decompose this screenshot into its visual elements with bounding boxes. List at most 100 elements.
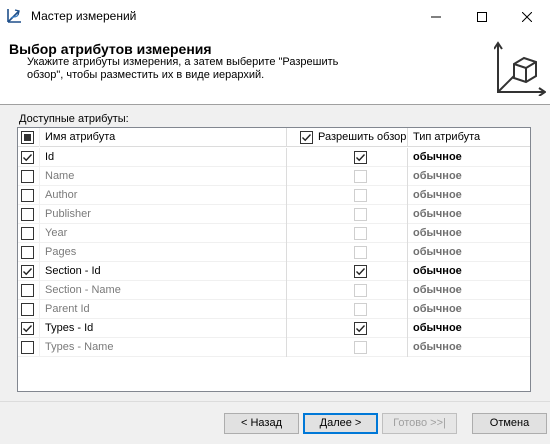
column-header-browse[interactable]: Разрешить обзор [286, 128, 406, 147]
page-title: Выбор атрибутов измерения [9, 41, 212, 57]
attribute-type[interactable]: обычное [407, 281, 530, 300]
browse-cell [286, 148, 406, 167]
attribute-select-checkbox[interactable] [21, 208, 34, 221]
attribute-select-checkbox[interactable] [21, 189, 34, 202]
attribute-type[interactable]: обычное [407, 338, 530, 357]
table-row[interactable]: Parent Id обычное [18, 300, 530, 319]
maximize-button[interactable] [459, 0, 505, 33]
next-button[interactable]: Далее > [303, 413, 378, 434]
attribute-type[interactable]: обычное [407, 186, 530, 205]
checkmark-icon [23, 268, 33, 276]
attribute-select-checkbox[interactable] [21, 246, 34, 259]
browse-cell [286, 167, 406, 186]
browse-checkbox[interactable] [354, 170, 367, 183]
attribute-select-checkbox[interactable] [21, 341, 34, 354]
table-row[interactable]: Name обычное [18, 167, 530, 186]
checkmark-icon [356, 325, 366, 333]
table-row[interactable]: Types - Name обычное [18, 338, 530, 357]
browse-checkbox[interactable] [354, 246, 367, 259]
attribute-name: Pages [39, 243, 285, 262]
close-button[interactable] [504, 0, 550, 33]
attribute-type[interactable]: обычное [407, 243, 530, 262]
attribute-select-checkbox[interactable] [21, 284, 34, 297]
browse-cell [286, 243, 406, 262]
select-cell [18, 319, 38, 338]
available-attributes-label: Доступные атрибуты: [19, 113, 129, 125]
select-cell [18, 205, 38, 224]
select-all-checkbox[interactable] [21, 131, 34, 144]
column-header-browse-label: Разрешить обзор [318, 131, 406, 143]
attribute-name: Author [39, 186, 285, 205]
attribute-type[interactable]: обычное [407, 205, 530, 224]
maximize-icon [477, 11, 487, 22]
browse-checkbox[interactable] [354, 303, 367, 316]
browse-checkbox[interactable] [354, 151, 367, 164]
select-cell [18, 186, 38, 205]
attributes-grid: Имя атрибута Разрешить обзор Тип атрибут… [17, 127, 531, 392]
cube-axes-icon [494, 41, 546, 96]
attribute-select-checkbox[interactable] [21, 265, 34, 278]
select-cell [18, 300, 38, 319]
minimize-button[interactable] [413, 0, 459, 33]
select-all-cell [18, 128, 38, 147]
table-row[interactable]: Author обычное [18, 186, 530, 205]
attribute-name: Parent Id [39, 300, 285, 319]
attribute-name: Year [39, 224, 285, 243]
attribute-type[interactable]: обычное [407, 167, 530, 186]
attribute-name: Name [39, 167, 285, 186]
table-row[interactable]: Year обычное [18, 224, 530, 243]
browse-cell [286, 281, 406, 300]
checkmark-icon [23, 325, 33, 333]
column-header-type[interactable]: Тип атрибута [407, 128, 530, 147]
table-row[interactable]: Publisher обычное [18, 205, 530, 224]
checkmark-icon [23, 154, 33, 162]
browse-checkbox[interactable] [354, 189, 367, 202]
table-row[interactable]: Pages обычное [18, 243, 530, 262]
attribute-type[interactable]: обычное [407, 148, 530, 167]
select-cell [18, 281, 38, 300]
browse-cell [286, 205, 406, 224]
browse-cell [286, 319, 406, 338]
attribute-select-checkbox[interactable] [21, 170, 34, 183]
browse-checkbox[interactable] [354, 322, 367, 335]
table-row[interactable]: Section - Id обычное [18, 262, 530, 281]
column-header-name[interactable]: Имя атрибута [39, 128, 285, 147]
back-button[interactable]: < Назад [224, 413, 299, 434]
attribute-select-checkbox[interactable] [21, 227, 34, 240]
attribute-select-checkbox[interactable] [21, 303, 34, 316]
attribute-type[interactable]: обычное [407, 300, 530, 319]
table-row[interactable]: Types - Id обычное [18, 319, 530, 338]
attribute-type[interactable]: обычное [407, 319, 530, 338]
close-icon [522, 11, 532, 22]
attribute-type[interactable]: обычное [407, 262, 530, 281]
grid-header-row: Имя атрибута Разрешить обзор Тип атрибут… [18, 128, 530, 147]
browse-all-checkbox[interactable] [300, 131, 313, 144]
attribute-type[interactable]: обычное [407, 224, 530, 243]
cancel-button[interactable]: Отмена [472, 413, 547, 434]
browse-checkbox[interactable] [354, 341, 367, 354]
attribute-name: Section - Name [39, 281, 285, 300]
browse-checkbox[interactable] [354, 208, 367, 221]
table-row[interactable]: Section - Name обычное [18, 281, 530, 300]
checkmark-icon [302, 134, 312, 142]
title-bar: Мастер измерений [0, 0, 550, 33]
checkmark-icon [356, 154, 366, 162]
select-cell [18, 167, 38, 186]
attribute-select-checkbox[interactable] [21, 151, 34, 164]
minimize-icon [431, 16, 441, 17]
browse-checkbox[interactable] [354, 265, 367, 278]
attribute-name: Types - Id [39, 319, 285, 338]
browse-checkbox[interactable] [354, 284, 367, 297]
finish-button[interactable]: Готово >>| [382, 413, 457, 434]
select-cell [18, 338, 38, 357]
browse-cell [286, 262, 406, 281]
page-description: Укажите атрибуты измерения, а затем выбе… [27, 56, 339, 81]
select-cell [18, 148, 38, 167]
table-row[interactable]: Id обычное [18, 148, 530, 167]
select-cell [18, 243, 38, 262]
window-title: Мастер измерений [31, 9, 137, 23]
dimension-wizard-icon [7, 9, 21, 23]
attribute-select-checkbox[interactable] [21, 322, 34, 335]
browse-cell [286, 338, 406, 357]
browse-checkbox[interactable] [354, 227, 367, 240]
